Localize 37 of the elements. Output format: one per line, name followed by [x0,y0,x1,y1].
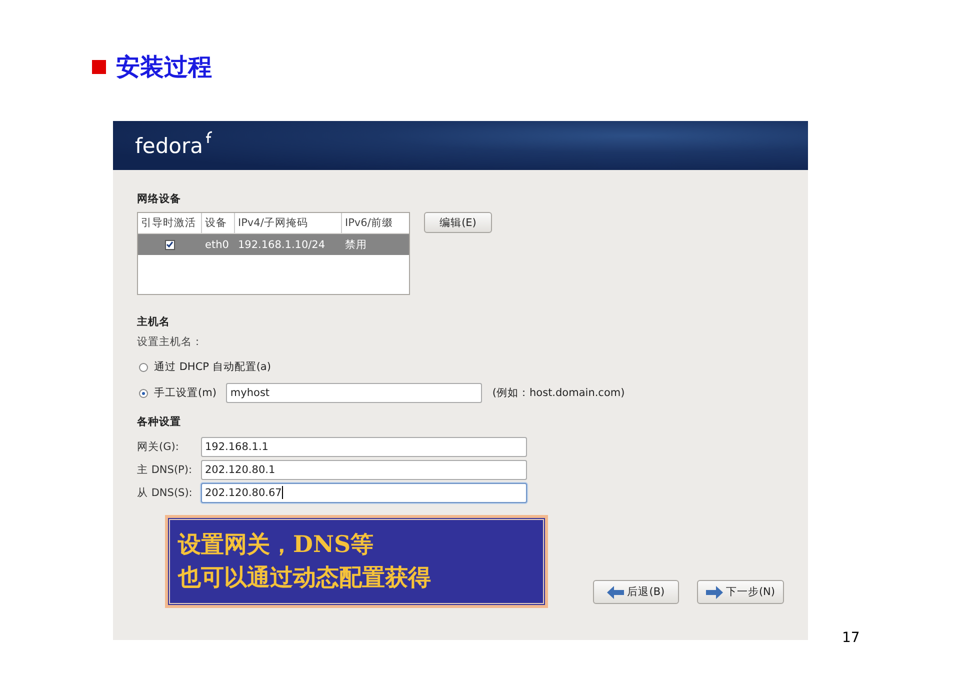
hostname-field[interactable]: myhost [226,383,482,403]
next-button[interactable]: 下一步(N) [696,580,784,604]
callout-text: 也可以通过动态配置获得 [178,563,432,594]
field-label: 主 DNS(P): [137,462,194,476]
callout-text: 设置网关，DNS等 [178,530,375,560]
radio-button[interactable] [139,362,148,372]
radio-label[interactable]: 通过 DHCP 自动配置(a) [154,360,271,374]
radio-label[interactable]: 手工设置(m) [154,386,216,400]
right-arrow-icon [706,586,723,598]
table-cell-text: 禁用 [344,238,368,252]
prompt-text: 设置主机名： [137,335,204,349]
page-number: 17 [842,630,860,646]
radio-button[interactable] [139,388,148,398]
input-field[interactable]: 202.120.80.67 [201,482,527,502]
input-field[interactable]: 202.120.80.1 [201,460,527,480]
table-cell: eth0 [202,234,235,255]
input-field[interactable]: 192.168.1.1 [201,436,527,456]
bullet-icon [92,60,106,74]
logo-icon [205,130,215,144]
field-label: 从 DNS(S): [137,486,194,500]
left-arrow-icon [607,586,624,598]
column-header[interactable]: 引导时激活 [138,213,202,233]
column-header[interactable]: IPv4/子网掩码 [235,213,342,233]
table-row[interactable]: eth0 192.168.1.10/24 禁用 [138,234,409,255]
logo-text: fedora [135,134,203,158]
edit-button[interactable]: 编辑(E) [424,212,492,233]
column-header[interactable]: IPv6/前缀 [342,213,404,233]
column-header[interactable]: 设备 [202,213,235,233]
section-heading: 主机名 [137,315,171,329]
table-cell: 192.168.1.10/24 [235,234,342,255]
example-text: (例如：host.domain.com) [492,386,625,400]
field-label: 网关(G): [137,440,180,454]
checkbox[interactable] [164,240,174,250]
section-heading: 网络设备 [137,192,182,206]
section-heading: 各种设置 [137,415,182,429]
slide-title: 安装过程 [116,52,212,83]
back-button[interactable]: 后退(B) [592,580,679,604]
